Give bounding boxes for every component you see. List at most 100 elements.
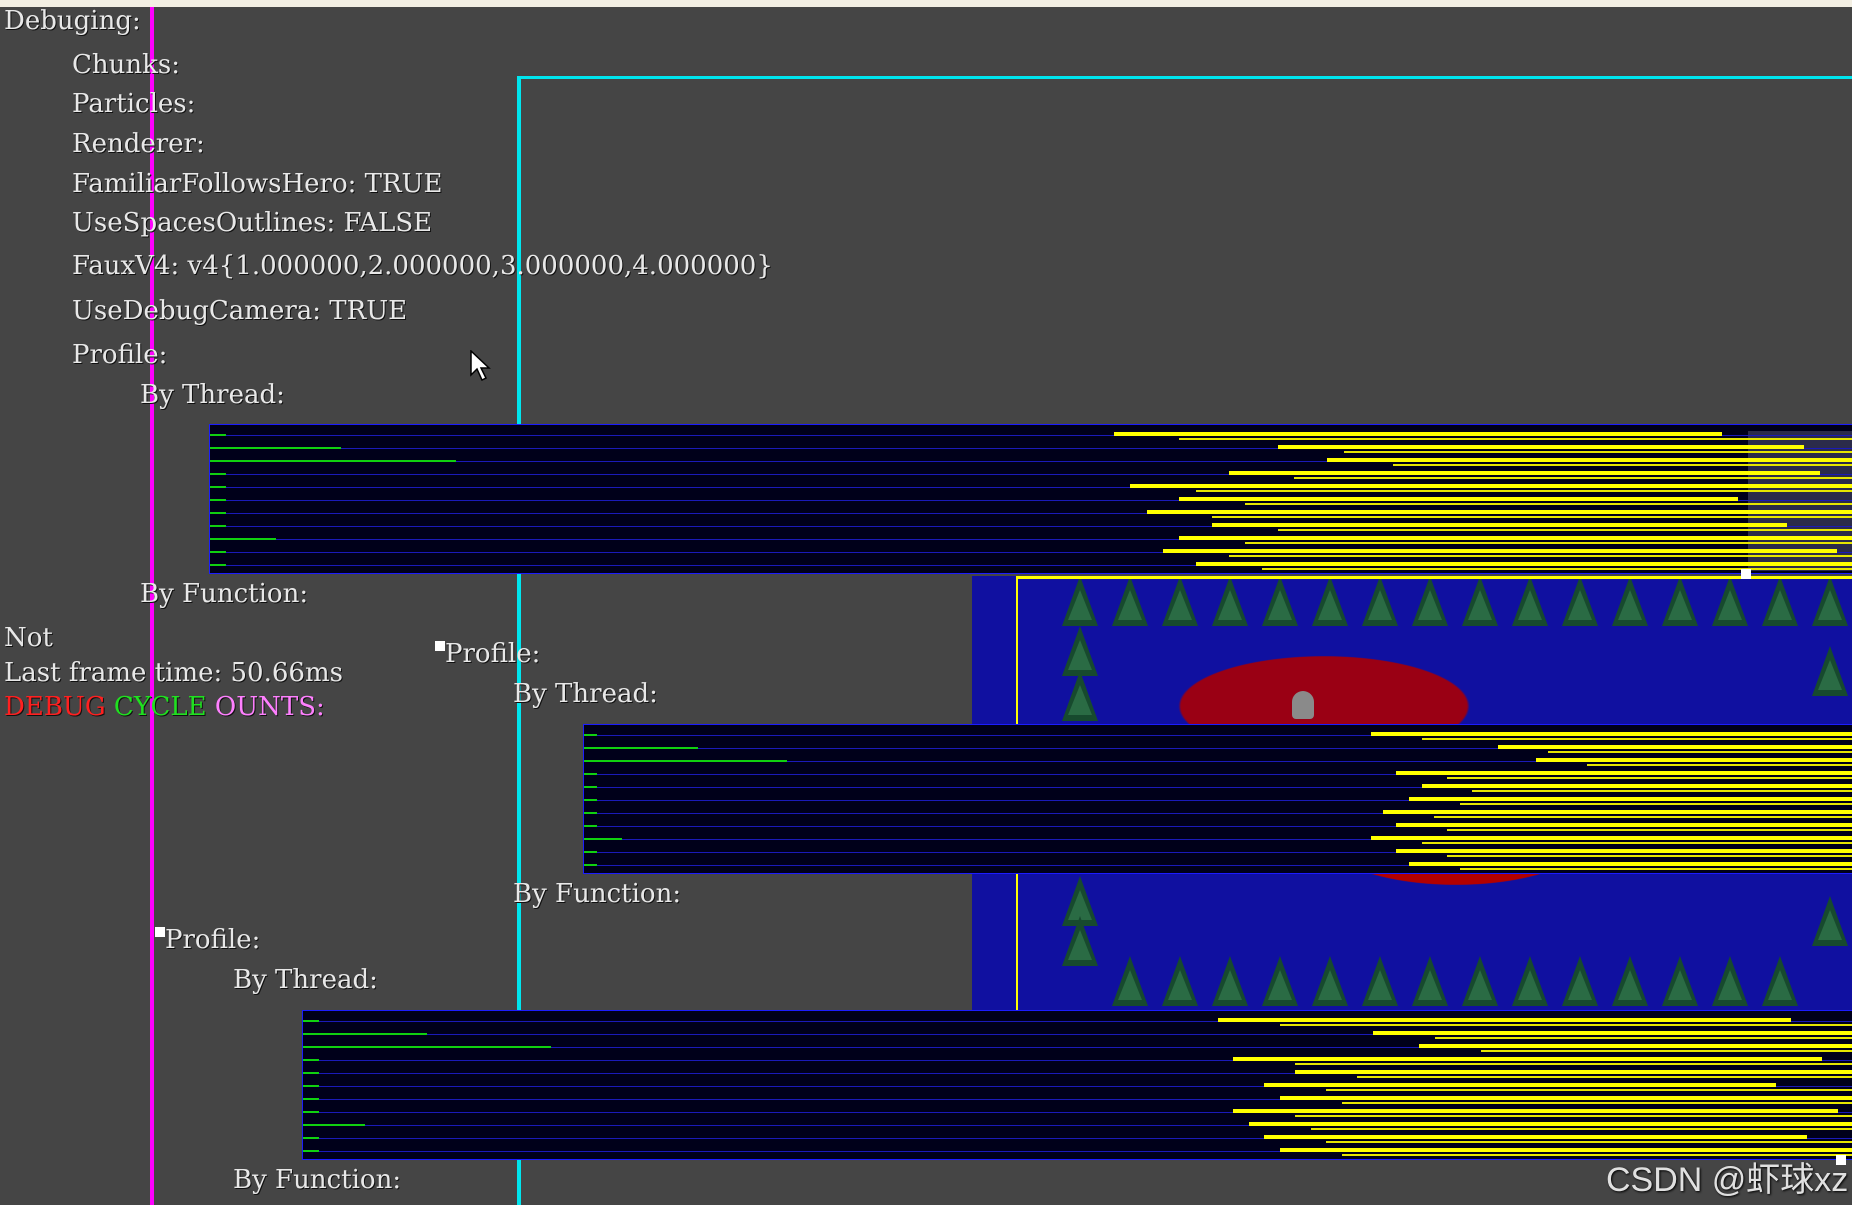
thread-yellow-subspan [1228, 555, 1852, 557]
profile-copy-2-by-function[interactable]: By Function: [233, 1165, 401, 1195]
profile-drag-handle-2[interactable] [155, 927, 165, 937]
thread-profile-panel-copy-2[interactable] [302, 1010, 1852, 1160]
mouse-cursor-icon [470, 350, 491, 382]
thread-profile-panel-main[interactable] [209, 424, 1852, 574]
thread-green-span [303, 1033, 427, 1035]
debug-menu-root[interactable]: Debuging: [4, 6, 141, 36]
debug-item-by-thread[interactable]: By Thread: [140, 380, 285, 410]
debug-item-chunks[interactable]: Chunks: [72, 50, 180, 80]
thread-yellow-subspan [1195, 490, 1852, 492]
thread-green-span [584, 838, 623, 840]
profile-copy-1-title[interactable]: Profile: [445, 639, 540, 669]
thread-yellow-span [1264, 1135, 1807, 1139]
thread-profile-panel-copy-1[interactable] [583, 724, 1852, 874]
profile-copy-1-by-function[interactable]: By Function: [513, 879, 681, 909]
thread-yellow-subspan [1392, 464, 1852, 466]
thread-green-span [210, 538, 276, 540]
thread-yellow-span [1228, 471, 1821, 475]
thread-yellow-span [1396, 771, 1852, 775]
thread-yellow-subspan [1343, 451, 1852, 453]
thread-yellow-span [1295, 1070, 1852, 1074]
thread-green-span [584, 773, 597, 775]
thread-yellow-subspan [1294, 477, 1852, 479]
thread-yellow-span [1535, 758, 1852, 762]
thread-green-span [303, 1059, 319, 1061]
thread-yellow-subspan [1459, 868, 1852, 870]
thread-green-span [210, 434, 227, 436]
debug-item-by-function[interactable]: By Function: [140, 579, 308, 609]
thread-yellow-subspan [1421, 842, 1852, 844]
thread-yellow-subspan [1446, 855, 1852, 857]
thread-green-span [303, 1020, 319, 1022]
thread-yellow-subspan [1279, 1024, 1852, 1026]
thread-green-span [210, 512, 227, 514]
thread-yellow-span [1146, 510, 1852, 514]
thread-green-span [210, 499, 227, 501]
thread-green-span [303, 1124, 365, 1126]
thread-green-span [303, 1150, 319, 1152]
debug-toggle-familiar-follows-hero[interactable]: FamiliarFollowsHero: TRUE [72, 169, 442, 199]
thread-yellow-span [1408, 862, 1852, 866]
thread-green-span [303, 1111, 319, 1113]
thread-yellow-span [1396, 823, 1852, 827]
thread-yellow-span [1179, 497, 1738, 501]
thread-yellow-subspan [1245, 503, 1852, 505]
thread-yellow-subspan [1421, 738, 1852, 740]
debug-toggle-use-spaces-outlines[interactable]: UseSpacesOutlines: FALSE [72, 208, 432, 238]
profile-copy-1-by-thread[interactable]: By Thread: [513, 679, 658, 709]
thread-green-span [303, 1046, 551, 1048]
resize-handle-top[interactable] [1741, 569, 1751, 579]
profile-copy-2-title[interactable]: Profile: [165, 925, 260, 955]
thread-yellow-span [1130, 484, 1852, 488]
thread-yellow-subspan [1548, 751, 1852, 753]
profile-drag-handle[interactable] [435, 641, 445, 651]
thread-yellow-subspan [1295, 1063, 1852, 1065]
thread-yellow-subspan [1586, 764, 1852, 766]
window-top-border [0, 0, 1852, 7]
debug-word: DEBUG [4, 692, 106, 722]
thread-green-span [210, 460, 457, 462]
thread-yellow-subspan [1261, 568, 1852, 570]
status-not: Not [4, 623, 53, 653]
thread-green-span [210, 473, 227, 475]
thread-green-span [584, 851, 597, 853]
thread-yellow-span [1179, 536, 1852, 540]
thread-green-span [584, 864, 597, 866]
thread-yellow-span [1372, 1031, 1852, 1035]
thread-yellow-span [1497, 745, 1852, 749]
thread-green-span [210, 525, 227, 527]
thread-yellow-subspan [1212, 516, 1852, 518]
thread-yellow-span [1233, 1057, 1822, 1061]
thread-yellow-span [1212, 523, 1788, 527]
thread-yellow-subspan [1459, 803, 1852, 805]
thread-yellow-subspan [1434, 816, 1852, 818]
thread-green-span [584, 734, 597, 736]
debug-item-particles[interactable]: Particles: [72, 89, 195, 119]
thread-yellow-span [1421, 784, 1852, 788]
thread-green-span [210, 486, 227, 488]
debug-value-faux-v4[interactable]: FauxV4: v4{1.000000,2.000000,3.000000,4.… [72, 251, 773, 281]
profile-copy-2-by-thread[interactable]: By Thread: [233, 965, 378, 995]
thread-yellow-subspan [1481, 1050, 1852, 1052]
thread-yellow-span [1233, 1109, 1838, 1113]
thread-yellow-span [1195, 562, 1852, 566]
debug-item-renderer[interactable]: Renderer: [72, 129, 205, 159]
thread-yellow-span [1217, 1018, 1791, 1022]
thread-yellow-subspan [1326, 1089, 1852, 1091]
csdn-watermark: CSDN @虾球xz [1606, 1161, 1849, 1199]
thread-green-span [303, 1072, 319, 1074]
thread-yellow-subspan [1446, 829, 1852, 831]
thread-yellow-span [1327, 458, 1852, 462]
last-frame-time: Last frame time: 50.66ms [4, 658, 343, 688]
counts-word: OUNTS: [214, 692, 325, 722]
thread-yellow-subspan [1434, 1037, 1852, 1039]
debug-toggle-use-debug-camera[interactable]: UseDebugCamera: TRUE [72, 296, 407, 326]
thread-green-span [584, 812, 597, 814]
thread-green-span [584, 799, 597, 801]
debug-item-profile[interactable]: Profile: [72, 340, 167, 370]
thread-yellow-span [1370, 836, 1852, 840]
thread-yellow-span [1248, 1122, 1852, 1126]
thread-yellow-subspan [1446, 777, 1852, 779]
thread-green-span [584, 825, 597, 827]
thread-yellow-span [1113, 432, 1722, 436]
